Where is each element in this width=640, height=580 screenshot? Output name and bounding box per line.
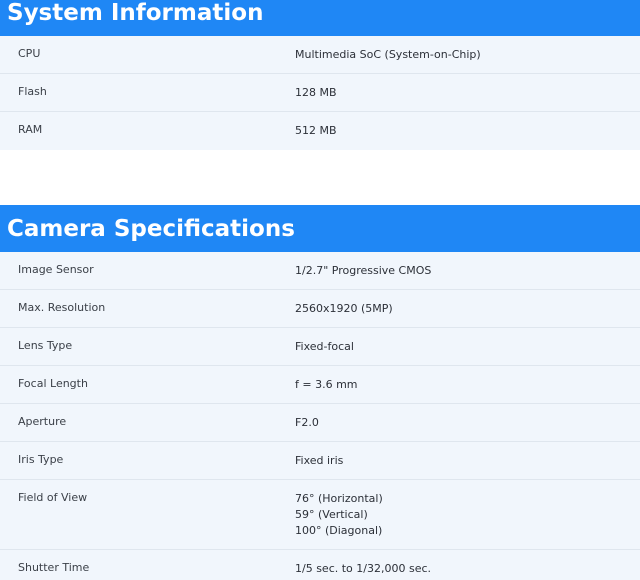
section-spacer xyxy=(0,150,640,205)
spec-value-line: 76° (Horizontal) xyxy=(295,492,383,505)
spec-row-max-resolution: Max. Resolution 2560x1920 (5MP) xyxy=(0,290,640,328)
spec-value-line: 59° (Vertical) xyxy=(295,508,368,521)
spec-label: Aperture xyxy=(18,415,67,428)
spec-value: F2.0 xyxy=(295,416,319,429)
spec-label: Max. Resolution xyxy=(18,301,106,314)
spec-row-cpu: CPU Multimedia SoC (System-on-Chip) xyxy=(0,36,640,74)
spec-value: 1/2.7" Progressive CMOS xyxy=(295,264,432,277)
camera-specifications-section: Camera Specifications Image Sensor 1/2.7… xyxy=(0,205,640,580)
spec-row-iris-type: Iris Type Fixed iris xyxy=(0,442,640,480)
system-information-heading: System Information xyxy=(0,0,640,36)
spec-label: Field of View xyxy=(18,491,88,504)
spec-value: 1/5 sec. to 1/32,000 sec. xyxy=(295,562,432,575)
spec-row-aperture: Aperture F2.0 xyxy=(0,404,640,442)
spec-row-image-sensor: Image Sensor 1/2.7" Progressive CMOS xyxy=(0,252,640,290)
spec-value-multiline: 76° (Horizontal) 59° (Vertical) 100° (Di… xyxy=(295,491,640,539)
spec-row-ram: RAM 512 MB xyxy=(0,112,640,150)
spec-value: 2560x1920 (5MP) xyxy=(295,302,393,315)
system-information-section: System Information CPU Multimedia SoC (S… xyxy=(0,0,640,150)
spec-value: Multimedia SoC (System-on-Chip) xyxy=(295,48,481,61)
camera-specifications-heading: Camera Specifications xyxy=(0,205,640,252)
spec-row-shutter-time: Shutter Time 1/5 sec. to 1/32,000 sec. xyxy=(0,550,640,580)
camera-specs-table: Image Sensor 1/2.7" Progressive CMOS Max… xyxy=(0,252,640,580)
spec-value: Fixed-focal xyxy=(295,340,354,353)
spec-value: Fixed iris xyxy=(295,454,344,467)
spec-label: Focal Length xyxy=(18,377,88,390)
spec-label: RAM xyxy=(18,123,43,136)
spec-row-field-of-view: Field of View 76° (Horizontal) 59° (Vert… xyxy=(0,480,640,550)
spec-value: 512 MB xyxy=(295,124,337,137)
spec-row-flash: Flash 128 MB xyxy=(0,74,640,112)
spec-label: Iris Type xyxy=(18,453,64,466)
spec-row-focal-length: Focal Length f = 3.6 mm xyxy=(0,366,640,404)
spec-value-line: 100° (Diagonal) xyxy=(295,524,383,537)
spec-label: Image Sensor xyxy=(18,263,94,276)
spec-label: CPU xyxy=(18,47,41,60)
spec-label: Flash xyxy=(18,85,47,98)
spec-value: f = 3.6 mm xyxy=(295,378,358,391)
spec-row-lens-type: Lens Type Fixed-focal xyxy=(0,328,640,366)
system-specs-table: CPU Multimedia SoC (System-on-Chip) Flas… xyxy=(0,36,640,150)
spec-label: Lens Type xyxy=(18,339,73,352)
spec-label: Shutter Time xyxy=(18,561,90,574)
spec-value: 128 MB xyxy=(295,86,337,99)
